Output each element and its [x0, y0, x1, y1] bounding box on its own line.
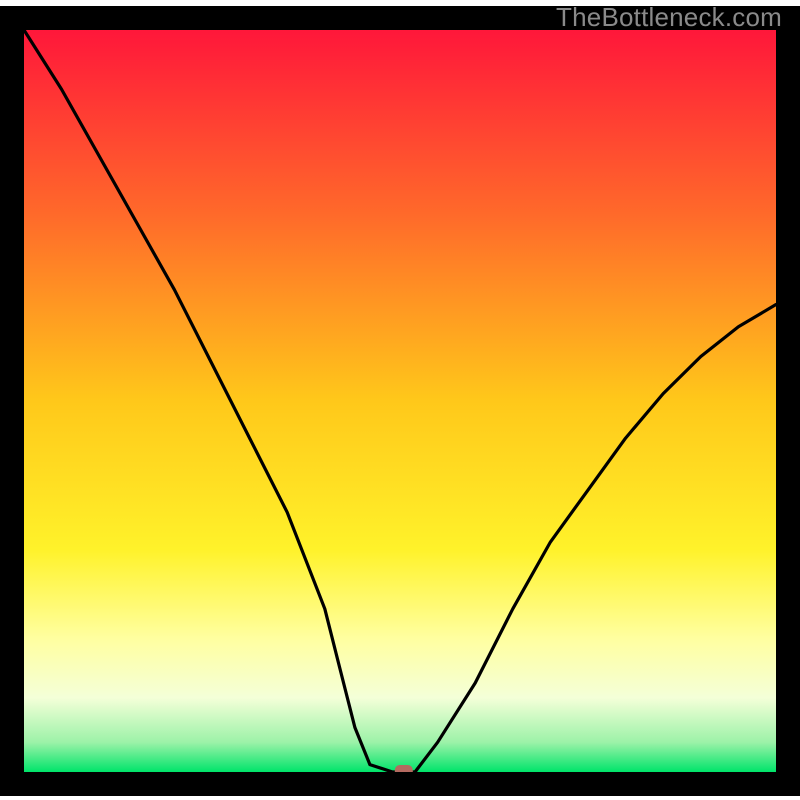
chart-svg	[0, 0, 800, 800]
plot-area	[12, 18, 788, 784]
watermark-text: TheBottleneck.com	[556, 2, 782, 33]
plot-background	[24, 30, 776, 772]
chart-container: TheBottleneck.com	[0, 0, 800, 800]
